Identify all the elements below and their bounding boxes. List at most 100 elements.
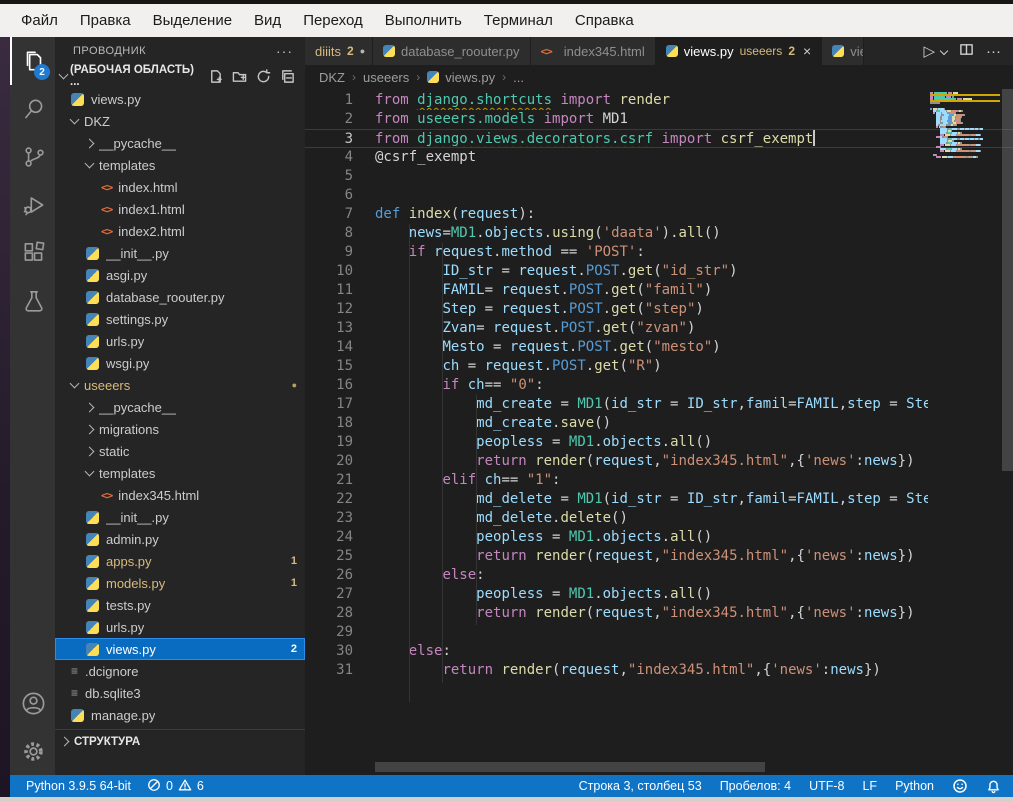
testing-icon[interactable] bbox=[10, 277, 55, 325]
tab-vie[interactable]: vie bbox=[822, 37, 864, 65]
code-line-23[interactable]: 23 md_delete.delete() bbox=[305, 509, 1013, 528]
code-line-16[interactable]: 16 if ch== "0": bbox=[305, 376, 1013, 395]
tree-folder--pycache-[interactable]: __pycache__ bbox=[55, 132, 305, 154]
cursor-position-status[interactable]: Строка 3, столбец 53 bbox=[579, 779, 702, 793]
outline-section-header[interactable]: СТРУКТУРА bbox=[55, 729, 305, 753]
code-line-12[interactable]: 12 Step = request.POST.get("step") bbox=[305, 300, 1013, 319]
code-line-26[interactable]: 26 else: bbox=[305, 566, 1013, 585]
menu-item-6[interactable]: Выполнить bbox=[374, 4, 473, 37]
code-line-11[interactable]: 11 FAMIL= request.POST.get("famil") bbox=[305, 281, 1013, 300]
code-line-9[interactable]: 9 if request.method == 'POST': bbox=[305, 243, 1013, 262]
horizontal-scrollbar[interactable] bbox=[375, 762, 765, 772]
tree-file-urls-py[interactable]: urls.py bbox=[55, 616, 305, 638]
menu-item-3[interactable]: Выделение bbox=[142, 4, 243, 37]
line-number[interactable]: 22 bbox=[305, 490, 353, 509]
tree-file-admin-py[interactable]: admin.py bbox=[55, 528, 305, 550]
code-line-27[interactable]: 27 peopless = MD1.objects.all() bbox=[305, 585, 1013, 604]
line-number[interactable]: 20 bbox=[305, 452, 353, 471]
tree-file--init-py[interactable]: __init__.py bbox=[55, 506, 305, 528]
line-number[interactable]: 27 bbox=[305, 585, 353, 604]
line-number[interactable]: 17 bbox=[305, 395, 353, 414]
menu-item-4[interactable]: Вид bbox=[243, 4, 292, 37]
tree-file-urls-py[interactable]: urls.py bbox=[55, 330, 305, 352]
menu-item-5[interactable]: Переход bbox=[292, 4, 374, 37]
indentation-status[interactable]: Пробелов: 4 bbox=[720, 779, 791, 793]
new-file-icon[interactable] bbox=[208, 69, 223, 84]
encoding-status[interactable]: UTF-8 bbox=[809, 779, 844, 793]
tree-file-tests-py[interactable]: tests.py bbox=[55, 594, 305, 616]
line-number[interactable]: 8 bbox=[305, 224, 353, 243]
collapse-all-icon[interactable] bbox=[280, 69, 295, 84]
tab-diiits[interactable]: diiits2● bbox=[305, 37, 373, 65]
tree-file-index345-html[interactable]: <>index345.html bbox=[55, 484, 305, 506]
tree-file-views-py[interactable]: views.py2 bbox=[55, 638, 305, 660]
line-number[interactable]: 16 bbox=[305, 376, 353, 395]
tree-folder-migrations[interactable]: migrations bbox=[55, 418, 305, 440]
tree-folder--pycache-[interactable]: __pycache__ bbox=[55, 396, 305, 418]
code-line-5[interactable]: 5 bbox=[305, 167, 1013, 186]
code-line-30[interactable]: 30 else: bbox=[305, 642, 1013, 661]
bell-icon[interactable] bbox=[986, 779, 1001, 794]
line-number[interactable]: 9 bbox=[305, 243, 353, 262]
code-line-3[interactable]: 3from django.views.decorators.csrf impor… bbox=[305, 129, 1013, 148]
line-number[interactable]: 21 bbox=[305, 471, 353, 490]
close-icon[interactable]: × bbox=[803, 43, 811, 59]
source-control-icon[interactable] bbox=[10, 133, 55, 181]
tab-index345-html[interactable]: <>index345.html bbox=[531, 37, 656, 65]
line-number[interactable]: 23 bbox=[305, 509, 353, 528]
tree-folder-static[interactable]: static bbox=[55, 440, 305, 462]
tree-file-db-sqlite3[interactable]: ≡db.sqlite3 bbox=[55, 682, 305, 704]
extensions-icon[interactable] bbox=[10, 229, 55, 277]
tree-file-asgi-py[interactable]: asgi.py bbox=[55, 264, 305, 286]
explorer-more-actions-icon[interactable]: ··· bbox=[276, 43, 293, 59]
more-actions-icon[interactable]: ··· bbox=[986, 43, 1001, 60]
code-line-22[interactable]: 22 md_delete = MD1(id_str = ID_str,famil… bbox=[305, 490, 1013, 509]
tree-folder-useeers[interactable]: useeers● bbox=[55, 374, 305, 396]
line-number[interactable]: 26 bbox=[305, 566, 353, 585]
run-dropdown-icon[interactable] bbox=[940, 47, 948, 55]
tree-file-manage-py[interactable]: manage.py bbox=[55, 704, 305, 726]
refresh-icon[interactable] bbox=[256, 69, 271, 84]
line-number[interactable]: 3 bbox=[305, 130, 353, 147]
language-mode-status[interactable]: Python bbox=[895, 779, 934, 793]
tree-file-index2-html[interactable]: <>index2.html bbox=[55, 220, 305, 242]
tree-file-database-roouter-py[interactable]: database_roouter.py bbox=[55, 286, 305, 308]
code-line-28[interactable]: 28 return render(request,"index345.html"… bbox=[305, 604, 1013, 623]
files-icon[interactable]: 2 bbox=[10, 37, 55, 85]
code-line-1[interactable]: 1from django.shortcuts import render bbox=[305, 91, 1013, 110]
tree-file-index-html[interactable]: <>index.html bbox=[55, 176, 305, 198]
tree-file--init-py[interactable]: __init__.py bbox=[55, 242, 305, 264]
code-line-10[interactable]: 10 ID_str = request.POST.get("id_str") bbox=[305, 262, 1013, 281]
code-line-13[interactable]: 13 Zvan= request.POST.get("zvan") bbox=[305, 319, 1013, 338]
line-number[interactable]: 2 bbox=[305, 110, 353, 129]
code-line-4[interactable]: 4@csrf_exempt bbox=[305, 148, 1013, 167]
python-interpreter-status[interactable]: Python 3.9.5 64-bit bbox=[26, 779, 131, 793]
code-line-29[interactable]: 29 bbox=[305, 623, 1013, 642]
code-area[interactable]: 1from django.shortcuts import render2fro… bbox=[305, 89, 1013, 775]
tree-folder-templates[interactable]: templates bbox=[55, 462, 305, 484]
tree-file-wsgi-py[interactable]: wsgi.py bbox=[55, 352, 305, 374]
tree-folder-templates[interactable]: templates bbox=[55, 154, 305, 176]
line-number[interactable]: 14 bbox=[305, 338, 353, 357]
code-line-8[interactable]: 8 news=MD1.objects.using('daata').all() bbox=[305, 224, 1013, 243]
tab-views-py[interactable]: views.pyuseeers2× bbox=[656, 37, 822, 65]
code-line-15[interactable]: 15 ch = request.POST.get("R") bbox=[305, 357, 1013, 376]
menu-item-8[interactable]: Справка bbox=[564, 4, 645, 37]
line-number[interactable]: 7 bbox=[305, 205, 353, 224]
split-editor-icon[interactable] bbox=[959, 42, 974, 61]
code-line-24[interactable]: 24 peopless = MD1.objects.all() bbox=[305, 528, 1013, 547]
settings-gear-icon[interactable] bbox=[10, 727, 55, 775]
tree-file-models-py[interactable]: models.py1 bbox=[55, 572, 305, 594]
line-number[interactable]: 30 bbox=[305, 642, 353, 661]
code-line-21[interactable]: 21 elif ch== "1": bbox=[305, 471, 1013, 490]
menu-item-7[interactable]: Терминал bbox=[473, 4, 564, 37]
line-number[interactable]: 6 bbox=[305, 186, 353, 205]
breadcrumb[interactable]: DKZ›useeers›views.py›... bbox=[305, 65, 1013, 89]
vertical-scrollbar[interactable] bbox=[1002, 89, 1013, 471]
line-number[interactable]: 5 bbox=[305, 167, 353, 186]
line-number[interactable]: 12 bbox=[305, 300, 353, 319]
code-line-31[interactable]: 31 return render(request,"index345.html"… bbox=[305, 661, 1013, 680]
line-number[interactable]: 31 bbox=[305, 661, 353, 680]
new-folder-icon[interactable] bbox=[232, 69, 247, 84]
eol-status[interactable]: LF bbox=[862, 779, 877, 793]
